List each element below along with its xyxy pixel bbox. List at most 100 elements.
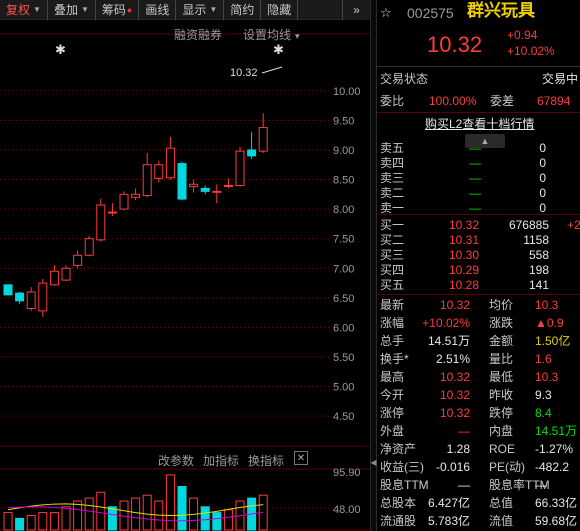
volume-bar [96,491,106,531]
stat-value: ▲0.9 [535,316,564,330]
candle-up [84,238,94,256]
ask-volume: 0 [539,201,546,215]
stats-row: 今开 10.32 昨收 9.3 [377,386,580,404]
candle-up [119,193,129,210]
l2-upgrade-link[interactable]: 购买L2查看十档行情 [377,115,580,133]
stats-row: 外盘 — 内盘 14.51万 [377,422,580,440]
chevron-down-icon: ▼ [209,5,218,14]
stat-value: 10.3 [535,298,559,312]
stat-value: 10.32 [439,388,470,402]
display-button[interactable]: 显示 ▼ [176,0,225,20]
star-icon[interactable]: ☆ [380,4,392,22]
volume-bar [3,512,13,531]
quote-panel: ☆ 002575 群兴玩具 10.32 +0.94 +10.02% 交易状态 交… [377,0,580,531]
stat-value: -1.27% [535,442,574,456]
hide-button[interactable]: 隐藏 [261,0,299,20]
candle-down [200,187,210,192]
price-axis-label: 9.00 [333,145,354,157]
close-icon[interactable]: ✕ [294,451,308,465]
chip-distribution-button[interactable]: 筹码 ● [96,0,140,20]
collapse-arrow-icon[interactable]: ◀ [370,458,377,467]
stats-row: 涨停 10.32 跌停 8.4 [377,404,580,422]
stat-value: +10.02% [422,316,470,330]
stats-row: 净资产 1.28 ROE -1.27% [377,440,580,458]
sub-axis-label: 48.00 [333,504,361,516]
stat-label: 总手 [380,334,405,348]
stat-label: 外盘 [380,424,405,438]
stat-value: 10.32 [439,370,470,384]
chevron-down-icon: ▼ [80,5,89,14]
candle-up [154,164,164,179]
stat-label: 最新 [380,298,405,312]
volume-bar [73,500,83,531]
stat-value: 5.783亿 [427,514,470,528]
marker-icon: ✱ [273,42,284,57]
draw-line-button[interactable]: 画线 [139,0,177,20]
stat-value: 10.32 [439,406,470,420]
candle-up [49,270,59,286]
volume-bar [107,506,117,531]
stats-row: 流通股 5.783亿 流值 59.68亿 [377,512,580,530]
stat-label: 今开 [380,388,405,402]
stock-name: 群兴玩具 [467,1,535,20]
candle-down [15,292,25,302]
set-ma-link[interactable]: 设置均线 ▾ [243,26,300,43]
stat-label: 总股本 [380,496,417,510]
stat-label: 内盘 [489,424,514,438]
chart-toolbar: 复权 ▼ 叠加 ▼ 筹码 ● 画线 显示 ▼ 简约 隐藏 » [0,0,370,20]
switch-indicator-button[interactable]: 换指标 [248,452,284,469]
stat-label: PE(动) [489,460,526,474]
candle-up [235,150,245,186]
candle-up [61,267,71,281]
bid-price: 10.28 [449,278,480,292]
sub-axis-label: 95.90 [333,467,361,479]
add-indicator-button[interactable]: 加指标 [203,452,239,469]
stat-label: 涨跌 [489,316,514,330]
stat-value: 66.33亿 [535,496,578,510]
price-tag-pointer [261,66,283,74]
volume-bar [223,509,233,531]
more-icon[interactable]: » [342,0,370,20]
trade-status-row: 交易状态 交易中 [380,72,579,86]
ask-price: — [469,201,481,215]
stock-code: 002575 [407,5,454,21]
volume-bar [61,506,71,531]
stat-label: 流通股 [380,514,417,528]
candle-up [142,164,152,197]
stat-value: 1.6 [535,352,552,366]
stat-label: 量比 [489,352,514,366]
marker-icon: ✱ [55,42,66,57]
simple-mode-button[interactable]: 简约 [224,0,262,20]
fuquan-button[interactable]: 复权 ▼ [0,0,48,20]
stat-label: 股息TTM [380,478,429,492]
candle-up [26,291,36,309]
candle-down [3,284,13,296]
stats-row: 总股本 6.427亿 总值 66.33亿 [377,494,580,512]
margin-trading-link[interactable]: 融资融券 [174,26,222,43]
candle-down [247,149,257,157]
kline-chart-panel[interactable]: 复权 ▼ 叠加 ▼ 筹码 ● 画线 显示 ▼ 简约 隐藏 » 10.00 9.50 9.00… [0,0,370,531]
volume-bar [15,517,25,531]
candle-up [189,183,199,188]
price-change: +0.94 [507,28,538,42]
stats-row: 股息TTM — 股息率TTM — [377,476,580,494]
volume-bar [212,512,222,531]
candle-up [131,193,141,198]
edit-params-button[interactable]: 改参数 [158,452,194,469]
panel-splitter[interactable] [370,0,377,531]
stats-row: 收益(三) -0.016 PE(动) -482.2 [377,458,580,476]
stat-value: -482.2 [535,460,570,474]
stat-value: — [535,478,547,492]
candle-up [73,254,83,266]
stat-value: 14.51万 [427,334,470,348]
stock-header: ☆ 002575 群兴玩具 [377,2,580,24]
stat-value: — [458,478,470,492]
stats-row: 涨幅 +10.02% 涨跌 ▲0.9 [377,314,580,332]
stat-label: 涨停 [380,406,405,420]
price-axis-label: 5.00 [333,382,354,394]
volume-bar [84,497,94,531]
overlay-button[interactable]: 叠加 ▼ [48,0,96,20]
last-price-tag: 10.32 [230,67,258,79]
candle-up [212,190,222,193]
stat-value: 1.28 [446,442,470,456]
